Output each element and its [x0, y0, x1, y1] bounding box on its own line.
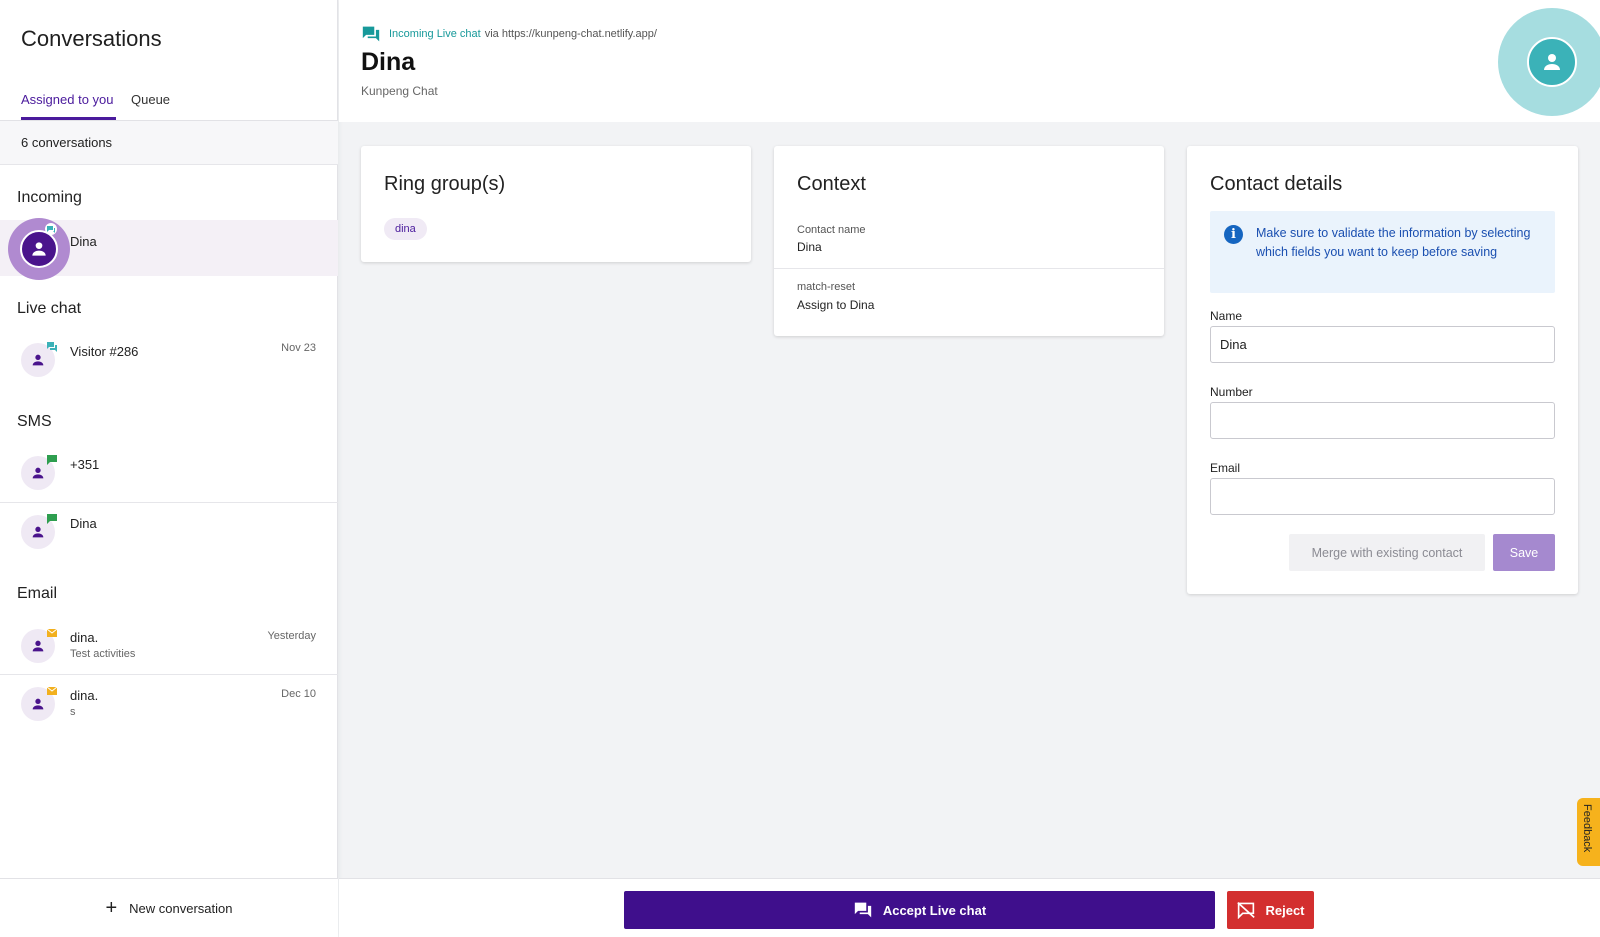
- conversations-sidebar: Conversations Assigned to you Queue 6 co…: [0, 0, 338, 937]
- conversation-item-email-2[interactable]: dina. s Dec 10: [0, 674, 338, 730]
- info-icon: i: [1224, 225, 1243, 244]
- new-conversation-button[interactable]: + New conversation: [0, 878, 338, 937]
- conversation-name: +351: [70, 457, 100, 472]
- number-field-label: Number: [1210, 385, 1253, 399]
- name-input[interactable]: [1210, 326, 1555, 363]
- conversation-item-sms-dina[interactable]: Dina: [0, 502, 338, 558]
- merge-contact-button[interactable]: Merge with existing contact: [1289, 534, 1485, 571]
- person-icon: [32, 242, 46, 256]
- avatar: [21, 455, 57, 490]
- validation-info-box: i Make sure to validate the information …: [1210, 211, 1555, 293]
- conversation-preview: Test activities: [70, 648, 136, 660]
- person-icon: [32, 698, 44, 710]
- tab-assigned-to-you[interactable]: Assigned to you: [21, 92, 114, 107]
- email-badge-icon: [46, 628, 58, 637]
- conversation-name: Dina: [70, 516, 97, 531]
- channel-source: Incoming Live chat via https://kunpeng-c…: [361, 25, 657, 43]
- channel-link[interactable]: Incoming Live chat: [389, 28, 481, 40]
- person-icon: [32, 354, 44, 366]
- email-badge-icon: [46, 686, 58, 695]
- conversation-header: Incoming Live chat via https://kunpeng-c…: [339, 0, 1600, 122]
- conversation-item-email-1[interactable]: dina. Test activities Yesterday: [0, 617, 338, 673]
- conversation-name: dina.: [70, 688, 99, 703]
- avatar: [21, 686, 58, 721]
- contact-name-title: Dina: [361, 48, 416, 76]
- save-button[interactable]: Save: [1493, 534, 1555, 571]
- chat-badge-icon: [45, 223, 57, 235]
- contact-details-title: Contact details: [1210, 173, 1343, 195]
- contact-subtitle: Kunpeng Chat: [361, 84, 438, 98]
- person-icon: [32, 467, 44, 479]
- conversation-tabs: Assigned to you Queue: [0, 88, 338, 121]
- active-tab-indicator: [21, 117, 116, 120]
- conversation-name: Visitor #286: [70, 344, 139, 359]
- section-title-incoming: Incoming: [17, 189, 82, 206]
- ring-group-chip: dina: [384, 218, 427, 240]
- section-title-email: Email: [17, 585, 58, 602]
- tab-queue[interactable]: Queue: [131, 92, 170, 107]
- accept-label: Accept Live chat: [882, 902, 987, 918]
- person-icon: [1544, 54, 1560, 70]
- section-title-live-chat: Live chat: [17, 300, 82, 317]
- conversation-date: Nov 23: [281, 342, 316, 354]
- person-icon: [32, 526, 44, 538]
- conversation-name: Dina: [70, 234, 97, 249]
- ring-groups-card: Ring group(s) dina: [361, 146, 751, 262]
- via-text: via https://kunpeng-chat.netlify.app/: [484, 28, 657, 40]
- section-title-sms: SMS: [17, 413, 52, 430]
- accept-live-chat-button[interactable]: Accept Live chat: [624, 891, 1215, 929]
- reject-button[interactable]: Reject: [1227, 891, 1314, 929]
- conversation-preview: s: [70, 706, 76, 718]
- chat-icon: [362, 26, 380, 42]
- feedback-label: Feedback: [1581, 804, 1593, 853]
- validation-info-text: Make sure to validate the information by…: [1256, 226, 1531, 259]
- name-field-label: Name: [1210, 309, 1243, 323]
- person-icon: [32, 640, 44, 652]
- sms-badge-icon: [47, 514, 57, 524]
- chat-off-icon: [1237, 902, 1256, 919]
- conversation-date: Dec 10: [281, 688, 316, 700]
- context-value-match-reset: Assign to Dina: [797, 298, 875, 312]
- conversation-count: 6 conversations: [0, 121, 338, 165]
- feedback-tab[interactable]: Feedback: [1577, 798, 1600, 866]
- avatar: [8, 218, 70, 280]
- context-title: Context: [797, 173, 866, 195]
- email-input[interactable]: [1210, 478, 1555, 515]
- conversation-item-visitor-286[interactable]: Visitor #286 Nov 23: [0, 331, 338, 387]
- sidebar-title: Conversations: [21, 26, 162, 51]
- chat-badge-icon: [47, 342, 57, 352]
- avatar: [21, 514, 57, 549]
- number-input[interactable]: [1210, 402, 1555, 439]
- context-label-match-reset: match-reset: [797, 281, 856, 293]
- avatar: [21, 342, 57, 377]
- new-conversation-label: New conversation: [129, 900, 233, 916]
- conversation-item-sms-351[interactable]: +351: [0, 444, 338, 500]
- conversation-name: dina.: [70, 630, 99, 645]
- contact-details-card: Contact details i Make sure to validate …: [1187, 146, 1578, 594]
- context-value-contact-name: Dina: [797, 240, 822, 254]
- email-field-label: Email: [1210, 461, 1241, 475]
- contact-avatar: [1498, 8, 1600, 116]
- conversation-item-incoming-dina[interactable]: Dina: [0, 218, 338, 280]
- action-footer: Accept Live chat Reject: [339, 878, 1600, 937]
- context-card: Context Contact name Dina match-reset As…: [774, 146, 1164, 336]
- plus-icon: +: [105, 897, 118, 919]
- context-divider: [774, 268, 1164, 269]
- ring-groups-title: Ring group(s): [384, 173, 506, 195]
- context-label-contact-name: Contact name: [797, 224, 866, 236]
- conversation-date: Yesterday: [267, 630, 316, 642]
- sms-badge-icon: [47, 455, 57, 465]
- reject-label: Reject: [1265, 902, 1305, 918]
- chat-icon: [854, 902, 872, 918]
- avatar: [21, 628, 58, 663]
